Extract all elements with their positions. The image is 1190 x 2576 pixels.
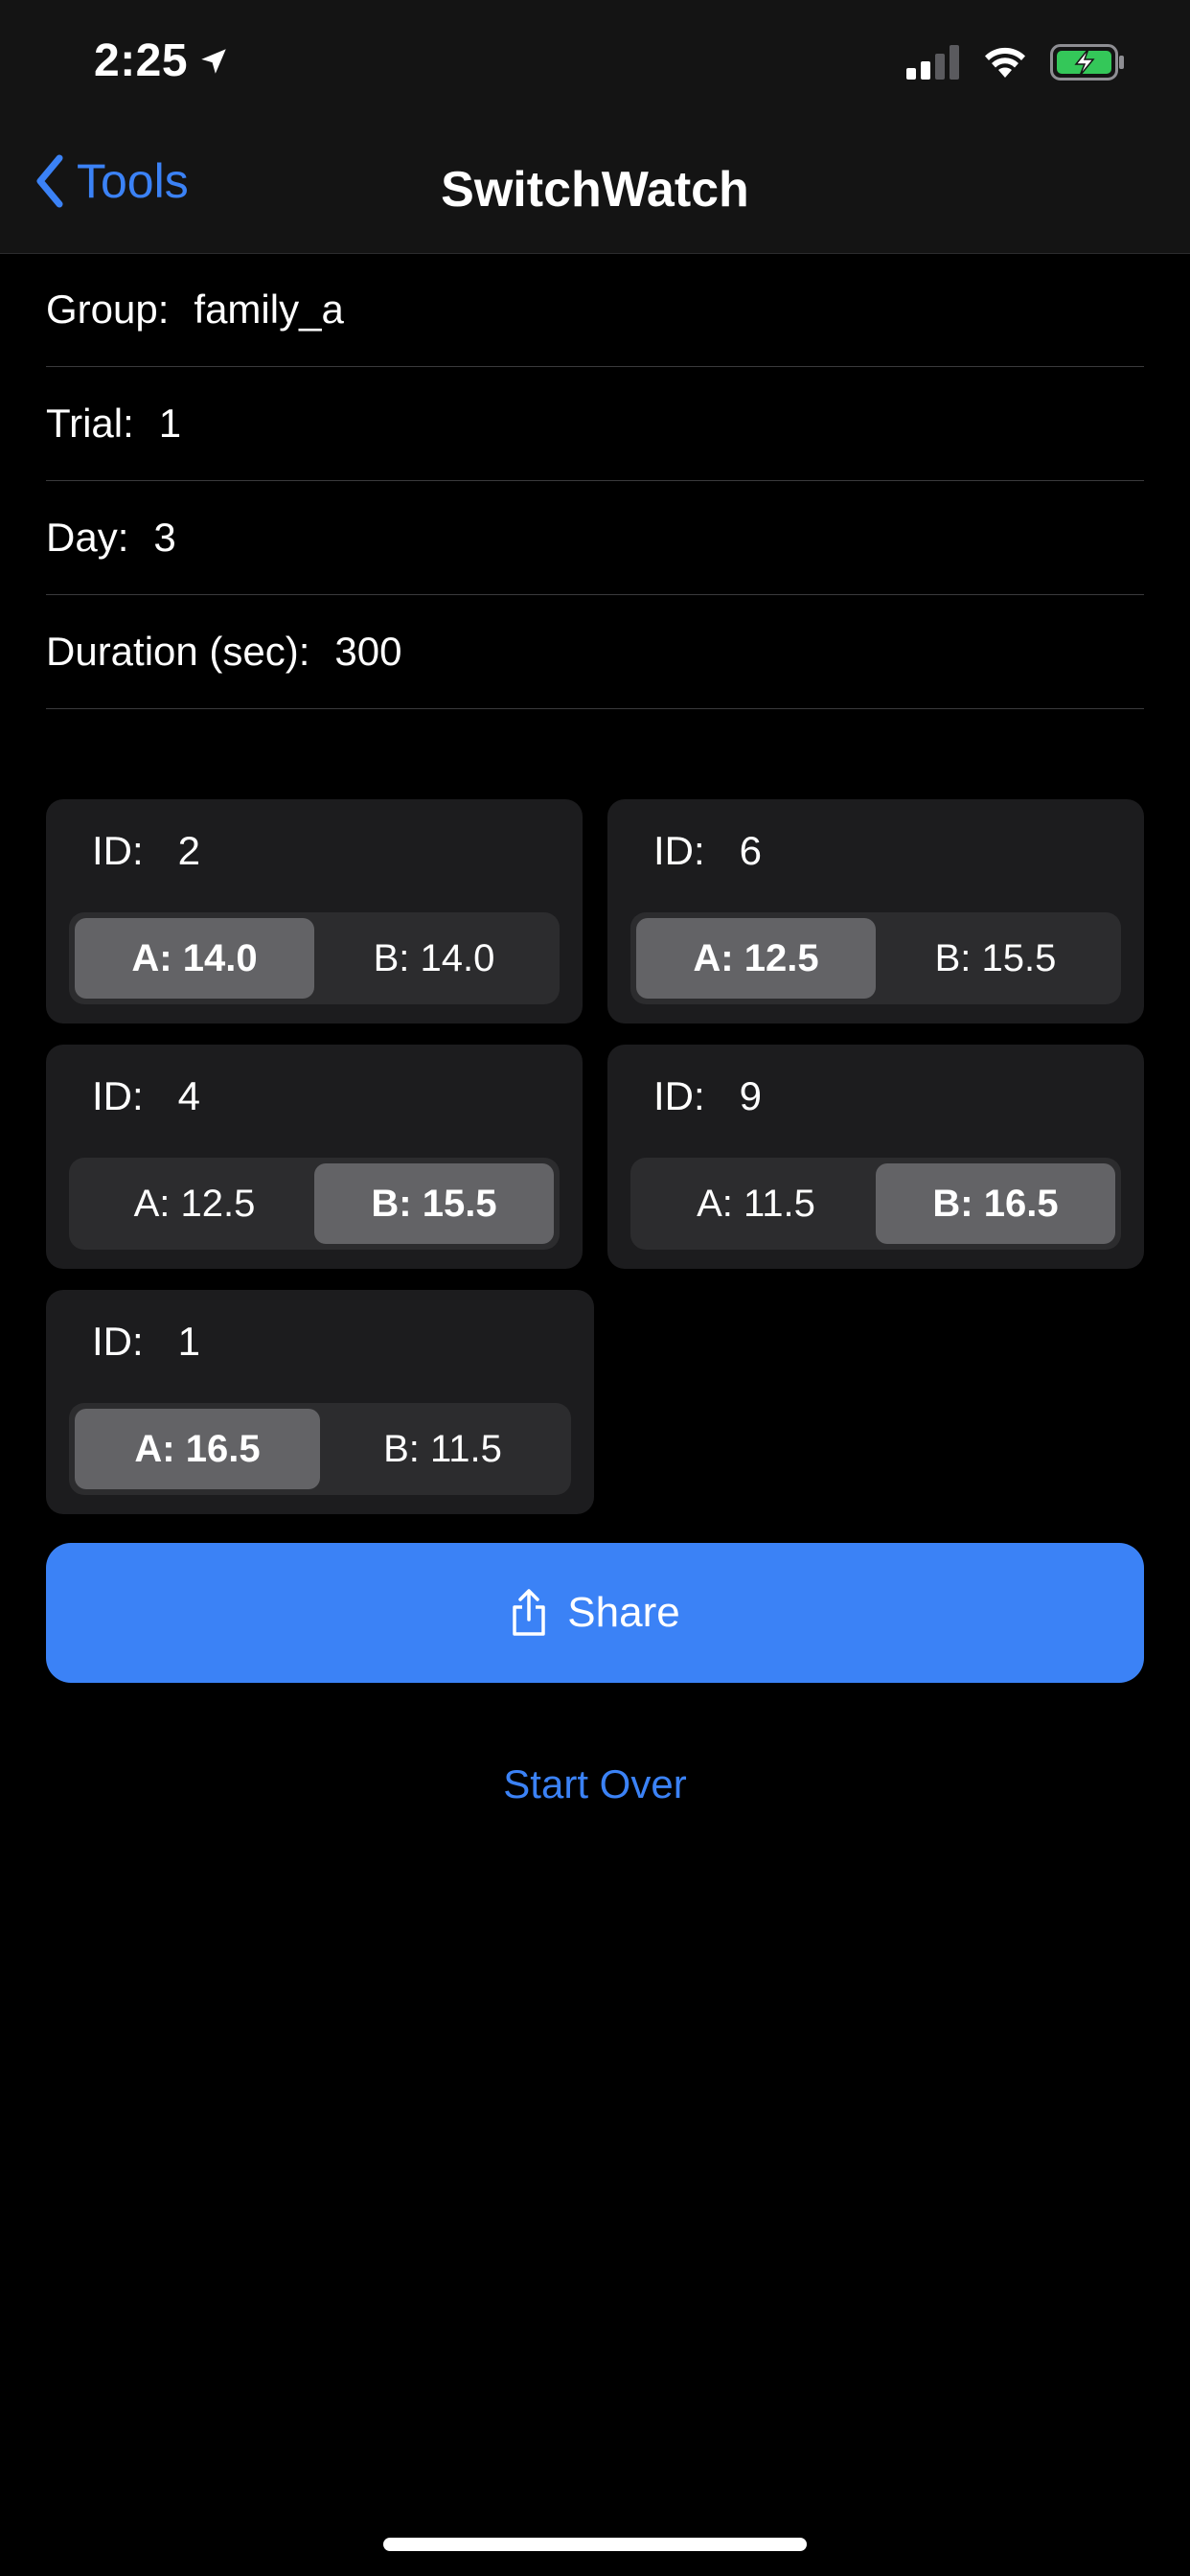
- subject-id-value: 4: [177, 1073, 201, 1118]
- back-button[interactable]: Tools: [34, 153, 189, 209]
- header: 2:25 Tools SwitchWatch: [0, 0, 1190, 254]
- home-indicator: [383, 2538, 807, 2551]
- segment-option-a[interactable]: A: 12.5: [75, 1163, 314, 1244]
- share-button-label: Share: [567, 1589, 680, 1636]
- ab-segmented-control: A: 11.5 B: 16.5: [630, 1158, 1121, 1250]
- cellular-signal-icon: [906, 45, 959, 80]
- info-value: 300: [334, 629, 402, 674]
- start-over-button[interactable]: Start Over: [503, 1761, 686, 1806]
- segment-option-b[interactable]: B: 16.5: [876, 1163, 1115, 1244]
- segment-option-b[interactable]: B: 14.0: [314, 918, 554, 999]
- info-label: Duration (sec):: [46, 629, 310, 674]
- session-info-list: Group: family_a Trial: 1 Day: 3 Duration…: [46, 253, 1144, 709]
- subject-id-label: ID:: [653, 828, 705, 873]
- wifi-icon: [985, 47, 1025, 78]
- info-label: Day:: [46, 515, 129, 560]
- battery-charging-icon: [1050, 44, 1124, 80]
- subject-card: ID: 2 A: 14.0 B: 14.0: [46, 799, 583, 1024]
- subject-id-value: 9: [739, 1073, 763, 1118]
- chevron-left-icon: [36, 154, 63, 208]
- info-value: 1: [158, 401, 182, 446]
- segment-option-b[interactable]: B: 15.5: [876, 918, 1115, 999]
- segment-option-b[interactable]: B: 11.5: [320, 1409, 565, 1489]
- subject-id-value: 6: [739, 828, 763, 873]
- location-arrow-icon: [201, 48, 226, 74]
- subject-id-row: ID: 6: [653, 828, 762, 874]
- page-title: SwitchWatch: [441, 162, 749, 218]
- segment-option-a[interactable]: A: 11.5: [636, 1163, 876, 1244]
- subject-card: ID: 1 A: 16.5 B: 11.5: [46, 1290, 594, 1514]
- segment-option-a[interactable]: A: 12.5: [636, 918, 876, 999]
- info-value: 3: [153, 515, 176, 560]
- ab-segmented-control: A: 14.0 B: 14.0: [69, 912, 560, 1004]
- subject-id-label: ID:: [653, 1073, 705, 1118]
- status-time: 2:25: [94, 34, 230, 87]
- start-over-container: Start Over: [0, 1761, 1190, 1807]
- subject-card: ID: 9 A: 11.5 B: 16.5: [607, 1045, 1144, 1269]
- back-button-label: Tools: [77, 154, 189, 208]
- status-icons: [906, 44, 1127, 80]
- segment-option-a[interactable]: A: 14.0: [75, 918, 314, 999]
- subject-id-row: ID: 1: [92, 1319, 200, 1365]
- subject-id-row: ID: 9: [653, 1073, 762, 1119]
- share-icon: [513, 1589, 546, 1636]
- status-time-text: 2:25: [94, 35, 189, 86]
- subject-id-label: ID:: [92, 828, 144, 873]
- subject-card: ID: 6 A: 12.5 B: 15.5: [607, 799, 1144, 1024]
- ab-segmented-control: A: 16.5 B: 11.5: [69, 1403, 571, 1495]
- subject-id-row: ID: 2: [92, 828, 200, 874]
- share-button[interactable]: Share: [46, 1543, 1144, 1683]
- subject-card: ID: 4 A: 12.5 B: 15.5: [46, 1045, 583, 1269]
- subject-id-label: ID:: [92, 1073, 144, 1118]
- info-row-duration: Duration (sec): 300: [46, 595, 1144, 709]
- info-row-day: Day: 3: [46, 481, 1144, 595]
- subject-id-label: ID:: [92, 1319, 144, 1364]
- ab-segmented-control: A: 12.5 B: 15.5: [69, 1158, 560, 1250]
- info-label: Group:: [46, 287, 170, 332]
- info-row-group: Group: family_a: [46, 253, 1144, 367]
- segment-option-a[interactable]: A: 16.5: [75, 1409, 320, 1489]
- subject-id-value: 2: [177, 828, 201, 873]
- ab-segmented-control: A: 12.5 B: 15.5: [630, 912, 1121, 1004]
- subject-id-row: ID: 4: [92, 1073, 200, 1119]
- subject-id-value: 1: [177, 1319, 201, 1364]
- segment-option-b[interactable]: B: 15.5: [314, 1163, 554, 1244]
- info-row-trial: Trial: 1: [46, 367, 1144, 481]
- info-value: family_a: [194, 287, 344, 332]
- info-label: Trial:: [46, 401, 134, 446]
